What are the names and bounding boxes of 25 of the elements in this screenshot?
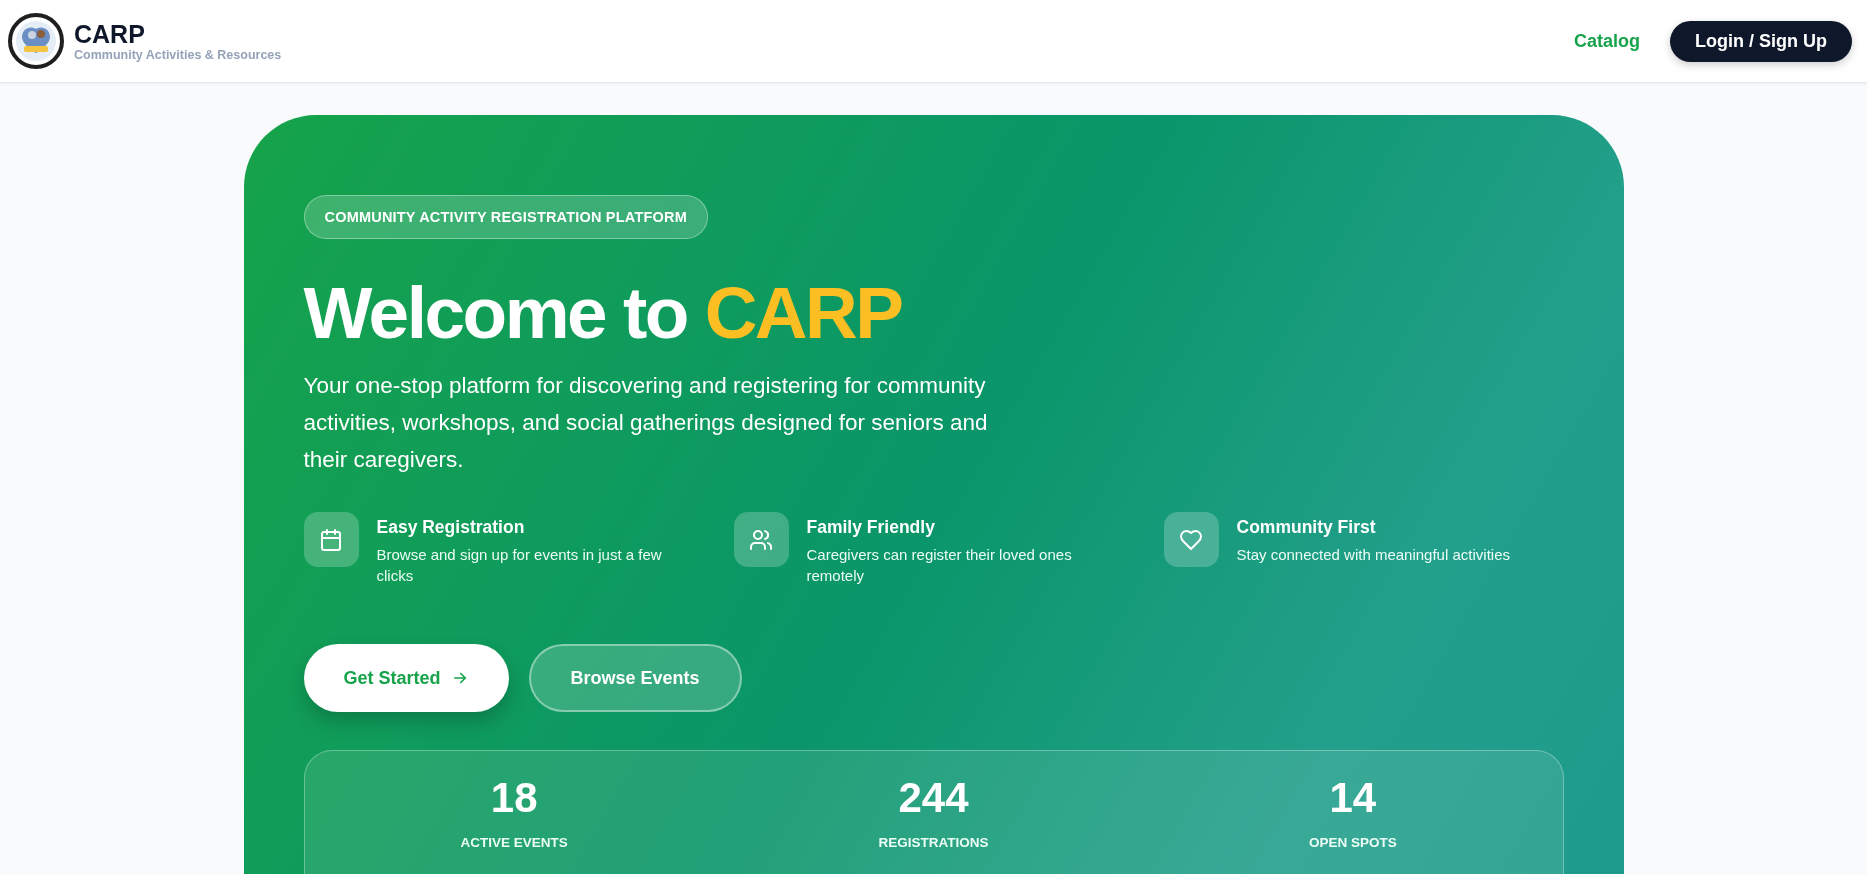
hero-description: Your one-stop platform for discovering and registering for community activities, workshops, and social gatherings designed for seniors and their caregivers. [303, 372, 989, 474]
hero-badge: COMMUNITY ACTIVITY REGISTRATION PLATFORM [303, 195, 708, 239]
feature-title: Easy Registration [376, 517, 526, 538]
stat-label: ACTIVE EVENTS [460, 835, 568, 850]
brand-tagline: Community Activities & Resources [74, 48, 282, 62]
feature-text: Browse and sign up for events in just a few clicks [376, 545, 663, 586]
stat-value: 14 [1329, 773, 1377, 823]
feature-title: Community First [1236, 517, 1377, 538]
catalog-link[interactable]: Catalog [1574, 30, 1640, 52]
browse-events-button[interactable]: Browse Events [528, 644, 742, 712]
stat-label: REGISTRATIONS [878, 835, 989, 850]
logo-icon [8, 13, 64, 69]
login-button[interactable]: Login / Sign Up [1670, 20, 1852, 62]
stat-label: OPEN SPOTS [1308, 835, 1397, 850]
get-started-button[interactable]: Get Started [303, 644, 509, 712]
calendar-icon [319, 527, 343, 552]
brand-name: CARP [74, 20, 146, 48]
feature-title: Family Friendly [806, 517, 936, 538]
stat-value: 244 [898, 773, 969, 823]
feature-text: Stay connected with meaningful activities [1236, 545, 1511, 565]
people-icon [749, 527, 773, 552]
hero-title: Welcome to CARP [303, 271, 903, 355]
heart-icon [1179, 527, 1203, 552]
stat-value: 18 [490, 773, 538, 823]
feature-text: Caregivers can register their loved ones remotely [806, 545, 1073, 586]
